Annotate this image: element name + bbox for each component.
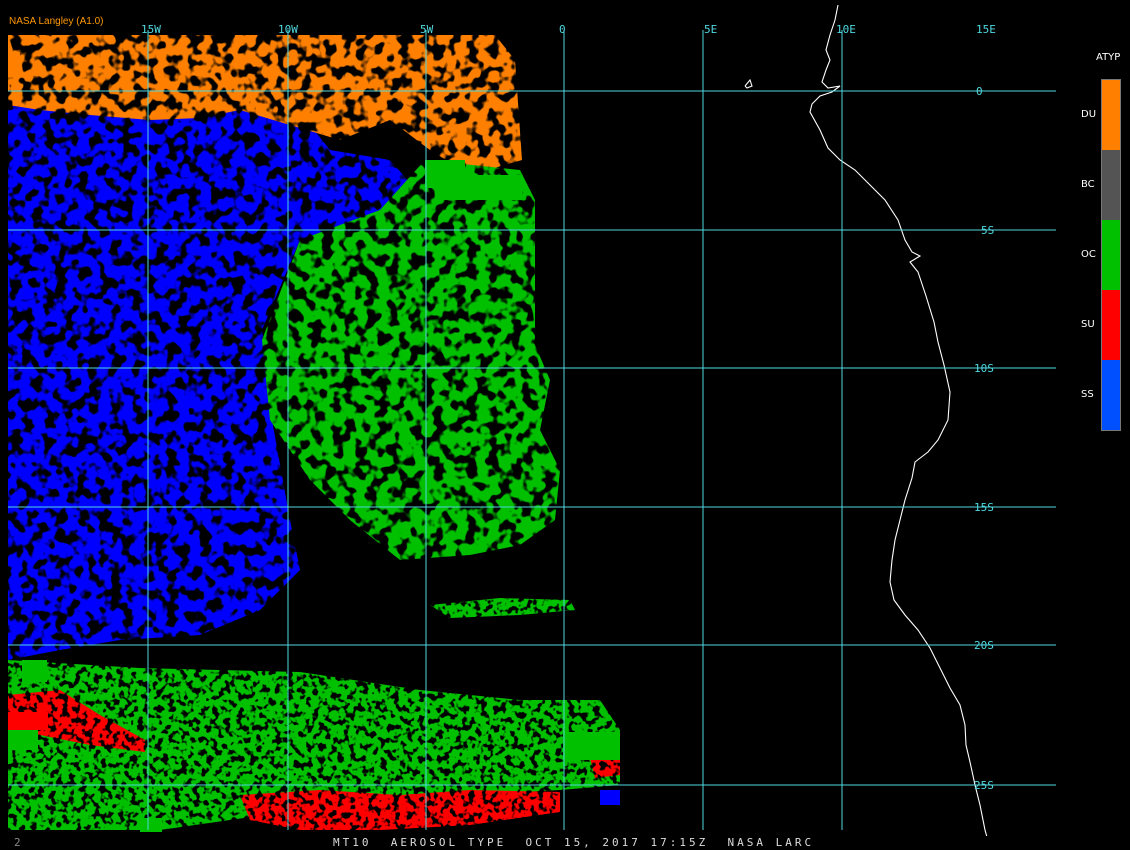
legend-title: ATYP bbox=[1096, 52, 1121, 63]
lon-label: 10W bbox=[278, 23, 298, 36]
lon-label: 5W bbox=[420, 23, 434, 36]
lat-label: 5S bbox=[981, 224, 994, 237]
lat-label: 15S bbox=[974, 501, 994, 514]
legend-color-bar bbox=[1101, 79, 1121, 431]
legend-label-su: SU bbox=[1081, 319, 1095, 330]
organic-carbon-strand bbox=[430, 598, 575, 618]
footer-caption: MT10 AEROSOL TYPE OCT 15, 2017 17:15Z NA… bbox=[333, 836, 815, 849]
lon-label: 0 bbox=[559, 23, 566, 36]
lat-label: 0 bbox=[976, 85, 983, 98]
footer-mark: 2 bbox=[14, 836, 21, 849]
lat-label: 20S bbox=[974, 639, 994, 652]
legend-swatch-bc bbox=[1102, 150, 1120, 220]
coastline bbox=[744, 4, 991, 849]
lat-label: 25S bbox=[974, 779, 994, 792]
legend-label-ss: SS bbox=[1081, 389, 1094, 400]
legend-label-bc: BC bbox=[1081, 179, 1095, 190]
lon-label: 5E bbox=[704, 23, 717, 36]
legend-swatch-oc bbox=[1102, 220, 1120, 290]
legend-swatch-ss bbox=[1102, 360, 1120, 430]
legend-swatch-du bbox=[1102, 80, 1120, 150]
credit-label: NASA Langley (A1.0) bbox=[9, 16, 104, 27]
legend-label-oc: OC bbox=[1081, 249, 1096, 260]
legend-swatch-su bbox=[1102, 290, 1120, 360]
legend-label-du: DU bbox=[1081, 109, 1097, 120]
lon-label: 10E bbox=[836, 23, 856, 36]
lat-label: 10S bbox=[974, 362, 994, 375]
aerosol-type-map: 15W 10W 5W 0 5E 10E 15E 0 5S 10S 15S 20S… bbox=[8, 4, 1056, 849]
aerosol-field bbox=[8, 35, 560, 660]
sulfate-region-east bbox=[590, 758, 620, 778]
lon-label: 15E bbox=[976, 23, 996, 36]
lon-label: 15W bbox=[141, 23, 161, 36]
